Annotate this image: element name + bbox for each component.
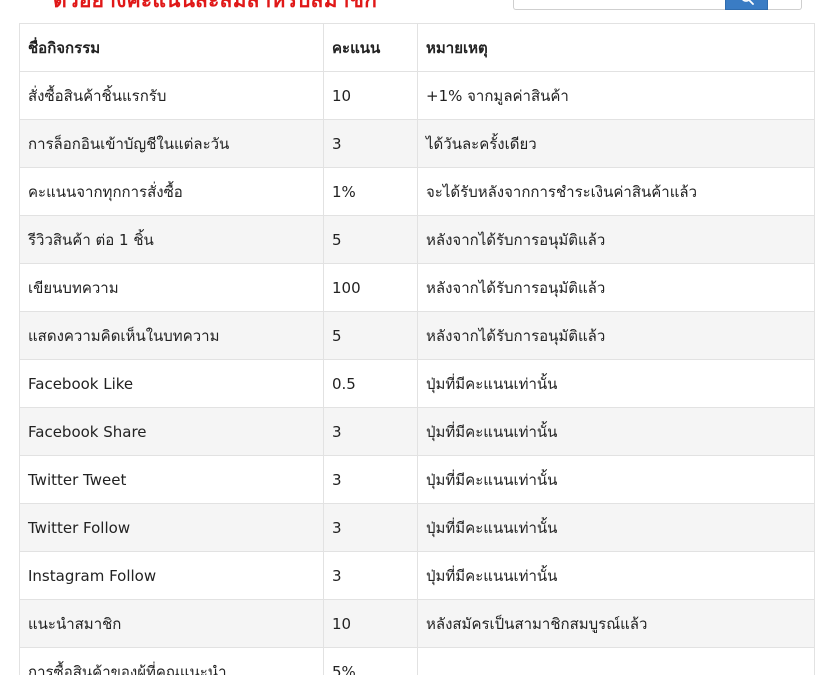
search-icon bbox=[741, 0, 754, 5]
cell-points: 10 bbox=[323, 599, 418, 648]
cell-note: ปุ่มที่มีคะแนนเท่านั้น bbox=[417, 455, 815, 504]
cell-note: ปุ่มที่มีคะแนนเท่านั้น bbox=[417, 551, 815, 600]
cell-activity: เขียนบทความ bbox=[19, 263, 324, 312]
cell-note: หลังสมัครเป็นสามาชิกสมบูรณ์แล้ว bbox=[417, 599, 815, 648]
search-group-end bbox=[768, 0, 802, 10]
table-row: Facebook Like 0.5 ปุ่มที่มีคะแนนเท่านั้น bbox=[19, 359, 815, 408]
cell-activity: การล็อกอินเข้าบัญชีในแต่ละวัน bbox=[19, 119, 324, 168]
cell-note: ได้วันละครั้งเดียว bbox=[417, 119, 815, 168]
cell-points: 3 bbox=[323, 455, 418, 504]
search-group bbox=[513, 0, 802, 10]
cell-points: 3 bbox=[323, 503, 418, 552]
cell-points: 3 bbox=[323, 119, 418, 168]
points-table: ชื่อกิจกรรม คะแนน หมายเหตุ สั่งซื้อสินค้… bbox=[19, 23, 815, 675]
cell-points: 10 bbox=[323, 71, 418, 120]
cell-points: 5 bbox=[323, 215, 418, 264]
cell-points: 3 bbox=[323, 551, 418, 600]
header-activity: ชื่อกิจกรรม bbox=[19, 23, 324, 72]
cell-activity: รีวิวสินค้า ต่อ 1 ชิ้น bbox=[19, 215, 324, 264]
table-row: คะแนนจากทุกการสั่งซื้อ 1% จะได้รับหลังจากก… bbox=[19, 167, 815, 216]
table-row: รีวิวสินค้า ต่อ 1 ชิ้น 5 หลังจากได้รับการอ… bbox=[19, 215, 815, 264]
table-row: Twitter Follow 3 ปุ่มที่มีคะแนนเท่านั้น bbox=[19, 503, 815, 552]
table-row: Instagram Follow 3 ปุ่มที่มีคะแนนเท่านั้น bbox=[19, 551, 815, 600]
cell-activity: คะแนนจากทุกการสั่งซื้อ bbox=[19, 167, 324, 216]
cell-points: 3 bbox=[323, 407, 418, 456]
page: ตัวอย่างคะแนนสะสมสำหรับสมาชิก ชื่อกิจกรร… bbox=[0, 0, 839, 675]
table-header-row: ชื่อกิจกรรม คะแนน หมายเหตุ bbox=[19, 23, 815, 72]
search-input[interactable] bbox=[513, 0, 725, 10]
table-row: เขียนบทความ 100 หลังจากได้รับการอนุมัติแล้… bbox=[19, 263, 815, 312]
cell-activity: สั่งซื้อสินค้าชิ้นแรกรับ bbox=[19, 71, 324, 120]
header-points: คะแนน bbox=[323, 23, 418, 72]
cell-points: 1% bbox=[323, 167, 418, 216]
cell-note: ปุ่มที่มีคะแนนเท่านั้น bbox=[417, 359, 815, 408]
cell-note: หลังจากได้รับการอนุมัติแล้ว bbox=[417, 311, 815, 360]
header-note: หมายเหตุ bbox=[417, 23, 815, 72]
cell-note: ปุ่มที่มีคะแนนเท่านั้น bbox=[417, 407, 815, 456]
cell-activity: Facebook Like bbox=[19, 359, 324, 408]
table-row: การซื้อสินค้าของผู้ที่คุณแนะนำ 5% bbox=[19, 647, 815, 675]
cell-activity: Twitter Tweet bbox=[19, 455, 324, 504]
cell-activity: การซื้อสินค้าของผู้ที่คุณแนะนำ bbox=[19, 647, 324, 675]
cell-activity: แสดงความคิดเห็นในบทความ bbox=[19, 311, 324, 360]
page-title: ตัวอย่างคะแนนสะสมสำหรับสมาชิก bbox=[53, 0, 378, 12]
search-button[interactable] bbox=[725, 0, 768, 10]
cell-points: 5 bbox=[323, 311, 418, 360]
cell-activity: Twitter Follow bbox=[19, 503, 324, 552]
cell-note: หลังจากได้รับการอนุมัติแล้ว bbox=[417, 263, 815, 312]
cell-note bbox=[417, 647, 815, 675]
cell-points: 5% bbox=[323, 647, 418, 675]
table-row: Facebook Share 3 ปุ่มที่มีคะแนนเท่านั้น bbox=[19, 407, 815, 456]
table-row: Twitter Tweet 3 ปุ่มที่มีคะแนนเท่านั้น bbox=[19, 455, 815, 504]
table-row: สั่งซื้อสินค้าชิ้นแรกรับ 10 +1% จากมูลค่าส… bbox=[19, 71, 815, 120]
cell-activity: Facebook Share bbox=[19, 407, 324, 456]
table-row: แสดงความคิดเห็นในบทความ 5 หลังจากได้รับการ… bbox=[19, 311, 815, 360]
cell-points: 100 bbox=[323, 263, 418, 312]
cell-points: 0.5 bbox=[323, 359, 418, 408]
table-row: การล็อกอินเข้าบัญชีในแต่ละวัน 3 ได้วันละคร… bbox=[19, 119, 815, 168]
cell-activity: แนะนำสมาชิก bbox=[19, 599, 324, 648]
cell-note: จะได้รับหลังจากการชำระเงินค่าสินค้าแล้ว bbox=[417, 167, 815, 216]
cell-note: +1% จากมูลค่าสินค้า bbox=[417, 71, 815, 120]
cell-activity: Instagram Follow bbox=[19, 551, 324, 600]
table-row: แนะนำสมาชิก 10 หลังสมัครเป็นสามาชิกสมบูรณ์… bbox=[19, 599, 815, 648]
cell-note: หลังจากได้รับการอนุมัติแล้ว bbox=[417, 215, 815, 264]
cell-note: ปุ่มที่มีคะแนนเท่านั้น bbox=[417, 503, 815, 552]
